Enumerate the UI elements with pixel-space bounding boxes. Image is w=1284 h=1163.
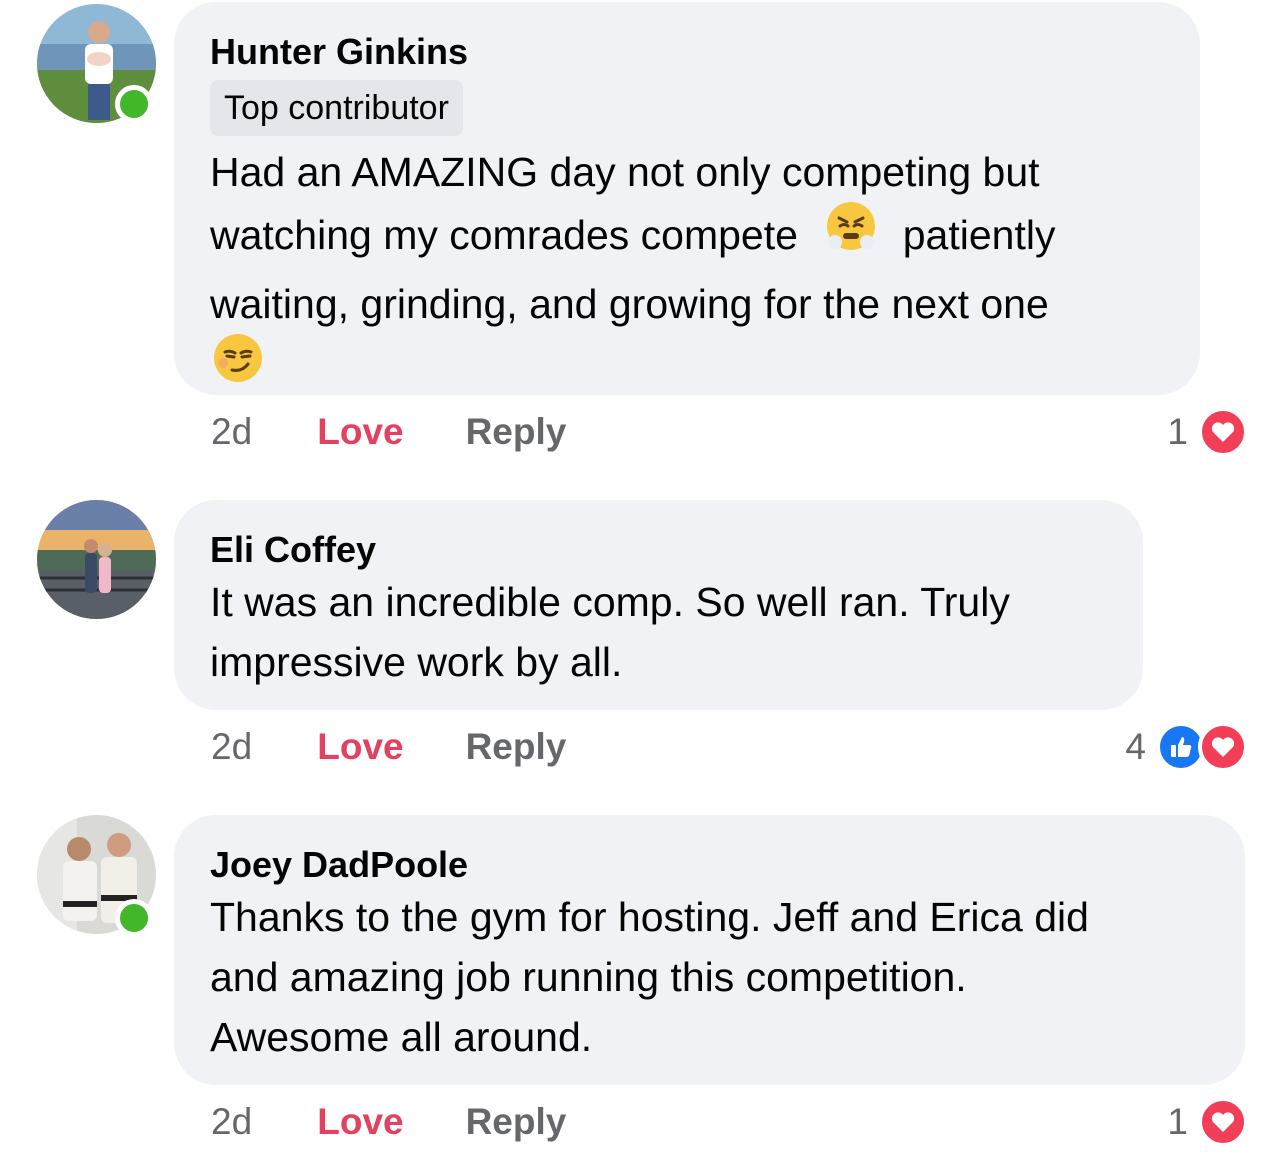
reaction-count: 1 — [1167, 1101, 1188, 1142]
comment-text: Had an AMAZING day not only competing bu… — [210, 142, 1164, 406]
heart-icon — [1198, 722, 1248, 772]
comment-bubble: Joey DadPoole Thanks to the gym for host… — [174, 815, 1245, 1085]
reaction-count: 1 — [1167, 411, 1188, 452]
reaction-summary[interactable]: 1 — [1167, 1097, 1248, 1147]
reply-button[interactable]: Reply — [466, 1100, 567, 1144]
reaction-summary[interactable]: 1 — [1167, 407, 1248, 457]
top-contributor-badge: Top contributor — [210, 80, 463, 136]
comment-author[interactable]: Joey DadPoole — [210, 843, 1209, 887]
love-button[interactable]: Love — [317, 1100, 455, 1144]
reply-button[interactable]: Reply — [466, 410, 567, 454]
love-button[interactable]: Love — [317, 410, 455, 454]
online-status-indicator — [115, 85, 153, 123]
comment-timestamp[interactable]: 2d — [211, 725, 307, 769]
comment-bubble: Eli Coffey It was an incredible comp. So… — [174, 500, 1143, 710]
comment-actions: 2d Love Reply — [211, 1100, 566, 1144]
online-status-indicator — [115, 899, 153, 937]
reply-button[interactable]: Reply — [466, 725, 567, 769]
heart-icon — [1198, 407, 1248, 457]
comment-author[interactable]: Eli Coffey — [210, 528, 1107, 572]
comment-text: It was an incredible comp. So well ran. … — [210, 579, 1010, 685]
comment-author[interactable]: Hunter Ginkins — [210, 30, 1164, 74]
reaction-count: 4 — [1125, 726, 1146, 767]
love-button[interactable]: Love — [317, 725, 455, 769]
smirking-face-emoji — [210, 330, 266, 402]
heart-icon — [1198, 1097, 1248, 1147]
comment-actions: 2d Love Reply — [211, 725, 566, 769]
steam-from-nose-emoji — [823, 198, 879, 270]
comment-text: Thanks to the gym for hosting. Jeff and … — [210, 894, 1089, 1060]
comment-bubble: Hunter Ginkins Top contributor Had an AM… — [174, 2, 1200, 395]
comment-timestamp[interactable]: 2d — [211, 1100, 307, 1144]
comment-actions: 2d Love Reply — [211, 410, 566, 454]
comment-timestamp[interactable]: 2d — [211, 410, 307, 454]
reaction-summary[interactable]: 4 — [1125, 722, 1248, 772]
avatar[interactable] — [37, 500, 156, 619]
